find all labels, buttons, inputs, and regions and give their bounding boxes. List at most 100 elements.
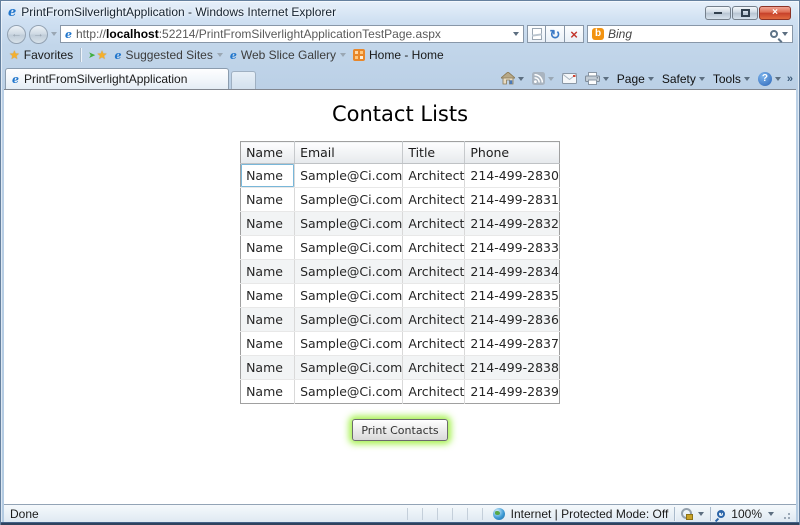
- table-row[interactable]: Name Sample@Ci.com Architect 214-499-2838: [240, 355, 560, 380]
- suggested-sites-button[interactable]: e Suggested Sites: [114, 48, 223, 62]
- table-row[interactable]: Name Sample@Ci.com Architect 214-499-2830: [240, 163, 560, 188]
- column-header-email[interactable]: Email: [294, 141, 404, 164]
- cell-title[interactable]: Architect: [402, 163, 466, 188]
- feeds-dropdown-icon[interactable]: [547, 76, 554, 81]
- cell-title[interactable]: Architect: [402, 379, 466, 404]
- table-row[interactable]: Name Sample@Ci.com Architect 214-499-2837: [240, 331, 560, 356]
- address-dropdown-icon[interactable]: [513, 32, 519, 36]
- title-bar[interactable]: e PrintFromSilverlightApplication - Wind…: [1, 1, 799, 23]
- cell-email[interactable]: Sample@Ci.com: [294, 259, 404, 284]
- table-row[interactable]: Name Sample@Ci.com Architect 214-499-2839: [240, 379, 560, 404]
- table-row[interactable]: Name Sample@Ci.com Architect 214-499-2835: [240, 283, 560, 308]
- resize-grip[interactable]: [780, 509, 790, 519]
- cell-email[interactable]: Sample@Ci.com: [294, 163, 404, 188]
- home-home-button[interactable]: Home - Home: [353, 48, 444, 62]
- cell-title[interactable]: Architect: [402, 283, 466, 308]
- cell-email[interactable]: Sample@Ci.com: [294, 235, 404, 260]
- cell-email[interactable]: Sample@Ci.com: [294, 331, 404, 356]
- print-dropdown-icon[interactable]: [602, 76, 609, 81]
- search-options-dropdown-icon[interactable]: [782, 32, 788, 36]
- cell-email[interactable]: Sample@Ci.com: [294, 211, 404, 236]
- close-button[interactable]: ×: [759, 6, 791, 20]
- cell-email[interactable]: Sample@Ci.com: [294, 379, 404, 404]
- cell-phone[interactable]: 214-499-2832: [464, 211, 560, 236]
- cell-email[interactable]: Sample@Ci.com: [294, 187, 404, 212]
- cell-phone[interactable]: 214-499-2833: [464, 235, 560, 260]
- cell-name[interactable]: Name: [240, 163, 296, 188]
- cell-phone[interactable]: 214-499-2835: [464, 283, 560, 308]
- help-button[interactable]: ?: [756, 71, 783, 86]
- cell-phone[interactable]: 214-499-2831: [464, 187, 560, 212]
- zoom-icon[interactable]: [717, 509, 726, 518]
- status-divider: [674, 506, 676, 521]
- home-dropdown-icon[interactable]: [517, 76, 524, 81]
- forward-button[interactable]: →: [29, 24, 48, 44]
- table-row[interactable]: Name Sample@Ci.com Architect 214-499-2831: [240, 187, 560, 212]
- table-row[interactable]: Name Sample@Ci.com Architect 214-499-2834: [240, 259, 560, 284]
- security-zone-icon[interactable]: [681, 508, 694, 520]
- column-header-title[interactable]: Title: [402, 141, 466, 164]
- print-button[interactable]: [583, 72, 611, 85]
- cell-name[interactable]: Name: [240, 379, 296, 404]
- add-to-favorites-bar-button[interactable]: ➤ ★: [88, 48, 107, 62]
- cell-phone[interactable]: 214-499-2839: [464, 379, 560, 404]
- column-header-name[interactable]: Name: [240, 141, 296, 164]
- search-icon[interactable]: [770, 30, 778, 38]
- table-row[interactable]: Name Sample@Ci.com Architect 214-499-2833: [240, 235, 560, 260]
- cell-title[interactable]: Architect: [402, 259, 466, 284]
- cell-email[interactable]: Sample@Ci.com: [294, 355, 404, 380]
- refresh-button[interactable]: ↻: [546, 25, 565, 43]
- read-mail-button[interactable]: [560, 73, 579, 84]
- search-input[interactable]: b Bing: [587, 25, 793, 43]
- safety-menu-button[interactable]: Safety: [660, 72, 707, 86]
- stop-button[interactable]: ×: [565, 25, 584, 43]
- favorites-label: Favorites: [23, 48, 74, 62]
- cell-name[interactable]: Name: [240, 307, 296, 332]
- web-slice-gallery-button[interactable]: e Web Slice Gallery: [230, 48, 346, 62]
- print-contacts-button[interactable]: Print Contacts: [352, 419, 448, 441]
- zoom-level[interactable]: 100%: [731, 507, 762, 521]
- page-menu-button[interactable]: Page: [615, 72, 656, 86]
- tools-menu-button[interactable]: Tools: [711, 72, 752, 86]
- caption-buttons: ×: [705, 6, 791, 20]
- cell-phone[interactable]: 214-499-2836: [464, 307, 560, 332]
- new-tab-button[interactable]: [231, 71, 256, 89]
- home-button[interactable]: [499, 72, 526, 85]
- cell-name[interactable]: Name: [240, 283, 296, 308]
- address-input[interactable]: e http://localhost:52214/PrintFromSilver…: [60, 25, 524, 43]
- zone-dropdown-icon[interactable]: [698, 511, 705, 516]
- cell-title[interactable]: Architect: [402, 355, 466, 380]
- cell-phone[interactable]: 214-499-2837: [464, 331, 560, 356]
- zoom-dropdown-icon[interactable]: [768, 511, 774, 516]
- cell-title[interactable]: Architect: [402, 307, 466, 332]
- maximize-button[interactable]: [732, 6, 758, 20]
- cell-name[interactable]: Name: [240, 235, 296, 260]
- column-header-phone[interactable]: Phone: [464, 141, 560, 164]
- back-button[interactable]: ←: [7, 24, 26, 44]
- cell-name[interactable]: Name: [240, 355, 296, 380]
- cell-name[interactable]: Name: [240, 259, 296, 284]
- feeds-button[interactable]: [530, 72, 556, 85]
- cell-phone[interactable]: 214-499-2838: [464, 355, 560, 380]
- cell-title[interactable]: Architect: [402, 187, 466, 212]
- url-text: http://localhost:52214/PrintFromSilverli…: [76, 27, 441, 41]
- cell-name[interactable]: Name: [240, 187, 296, 212]
- table-row[interactable]: Name Sample@Ci.com Architect 214-499-2836: [240, 307, 560, 332]
- cell-name[interactable]: Name: [240, 331, 296, 356]
- cell-phone[interactable]: 214-499-2834: [464, 259, 560, 284]
- tab-printfromsilverlightapplication[interactable]: e PrintFromSilverlightApplication: [5, 68, 229, 89]
- cell-title[interactable]: Architect: [402, 211, 466, 236]
- cell-phone[interactable]: 214-499-2830: [464, 163, 560, 188]
- favorites-button[interactable]: ★ Favorites: [9, 48, 73, 62]
- cell-email[interactable]: Sample@Ci.com: [294, 283, 404, 308]
- recent-pages-dropdown-icon[interactable]: [51, 32, 57, 36]
- minimize-button[interactable]: [705, 6, 731, 20]
- cell-title[interactable]: Architect: [402, 235, 466, 260]
- web-slice-dropdown-icon: [340, 53, 346, 57]
- toolbar-overflow-button[interactable]: »: [787, 73, 793, 85]
- cell-title[interactable]: Architect: [402, 331, 466, 356]
- cell-name[interactable]: Name: [240, 211, 296, 236]
- table-row[interactable]: Name Sample@Ci.com Architect 214-499-2832: [240, 211, 560, 236]
- compatibility-view-button[interactable]: [527, 25, 546, 43]
- cell-email[interactable]: Sample@Ci.com: [294, 307, 404, 332]
